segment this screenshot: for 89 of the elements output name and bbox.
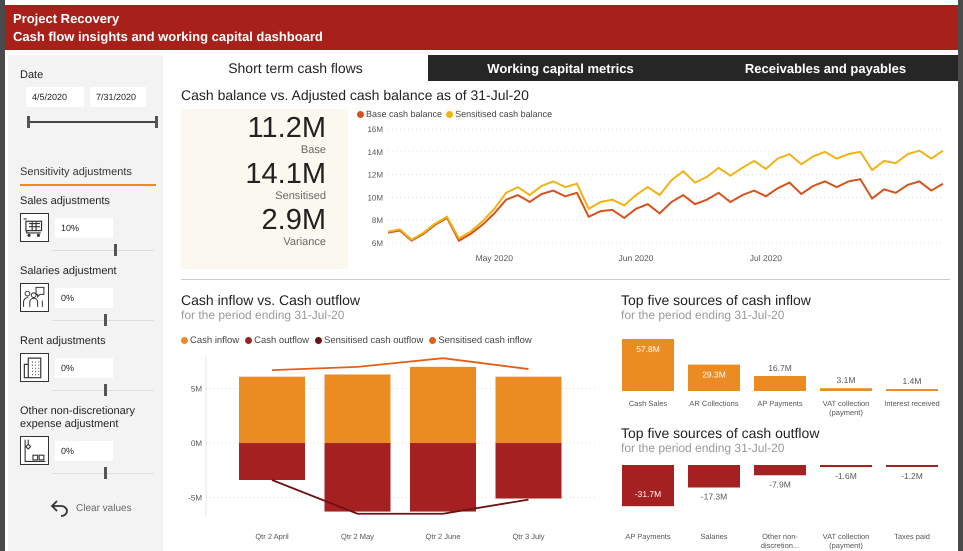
axis-label: 6M xyxy=(372,239,383,248)
legend-label: Sensitised cash balance xyxy=(455,109,552,119)
value-label: 29.3M xyxy=(702,370,726,380)
outflow-bar xyxy=(239,443,305,480)
legend-label: Sensitised cash outflow xyxy=(324,335,424,346)
slider[interactable] xyxy=(52,467,154,479)
kpi-label: Variance xyxy=(283,236,326,248)
legend-label: Cash inflow xyxy=(190,335,240,346)
outflow-bar xyxy=(496,443,562,498)
app-title: Project Recovery xyxy=(13,11,120,26)
axis-label: Jun 2020 xyxy=(618,253,654,263)
axis-label: 5M xyxy=(190,384,202,394)
axis-label: 8M xyxy=(372,216,383,226)
kpi-value: 2.9M xyxy=(262,205,326,236)
date-field[interactable]: 7/31/2020 xyxy=(90,87,146,107)
inflow-bar xyxy=(820,388,872,391)
slider-thumb[interactable] xyxy=(27,116,30,128)
inflow-bar xyxy=(622,338,674,391)
outflow-bar xyxy=(688,465,740,488)
slider[interactable] xyxy=(52,314,154,326)
chart-subtitle: for the period ending 31-Jul-20 xyxy=(621,441,784,455)
slider-thumb[interactable] xyxy=(104,314,108,326)
kpi-label: Base xyxy=(300,144,326,156)
adjustment-label: Rent adjustments xyxy=(20,335,106,348)
cart-icon xyxy=(20,213,49,242)
axis-label: Jul 2020 xyxy=(750,253,782,263)
chart-title: Top five sources of cash outflow xyxy=(621,425,820,441)
outflow-bar xyxy=(324,443,390,512)
chart-title: Top five sources of cash inflow xyxy=(621,292,811,308)
outflow-bar xyxy=(820,465,872,468)
inflow-bar xyxy=(754,376,806,391)
date-label: Date xyxy=(20,69,44,81)
outflow-bar xyxy=(754,465,806,476)
legend-label: Cash outflow xyxy=(254,335,310,346)
chart-title: Cash inflow vs. Cash outflow xyxy=(181,292,360,308)
adjustment-label: Salaries adjustment xyxy=(20,265,117,278)
axis-label: 10M xyxy=(367,193,383,202)
value-label: 3.1M xyxy=(836,375,856,386)
value-label: -7.9M xyxy=(769,479,791,490)
slider[interactable] xyxy=(52,244,154,256)
undo-icon xyxy=(50,499,70,517)
tab[interactable]: Receivables and payables xyxy=(693,55,958,81)
value-label: 57.8M xyxy=(636,344,660,354)
building-icon xyxy=(20,353,49,382)
value-label: -1.2M xyxy=(901,471,923,481)
axis-label: 12M xyxy=(367,170,383,180)
slider-thumb[interactable] xyxy=(104,467,108,479)
legend-label: Sensitised cash inflow xyxy=(438,335,532,346)
percent-field[interactable]: 0% xyxy=(55,288,113,308)
chart-subtitle: for the period ending 31-Jul-20 xyxy=(181,308,344,322)
axis-label: 14M xyxy=(367,148,383,157)
kpi-value: 14.1M xyxy=(245,159,326,190)
date-range-slider[interactable] xyxy=(28,116,156,128)
outflow-bar xyxy=(622,465,674,506)
percent-field[interactable]: 0% xyxy=(55,440,113,460)
adjustment-label: Sales adjustments xyxy=(20,195,110,208)
date-field[interactable]: 4/5/2020 xyxy=(26,87,84,107)
axis-label: -5M xyxy=(188,493,202,502)
value-label: -17.3M xyxy=(700,492,728,502)
inflow-bar xyxy=(688,364,740,391)
percent-field[interactable]: 0% xyxy=(55,358,113,378)
people-icon xyxy=(20,283,49,312)
inflow-bar xyxy=(239,376,305,444)
clear-values-button[interactable]: Clear values xyxy=(50,499,132,517)
machine-icon xyxy=(20,436,49,465)
axis-label: May 2020 xyxy=(476,253,513,263)
outflow-bar xyxy=(410,443,476,512)
chart-subtitle: for the period ending 31-Jul-20 xyxy=(621,308,784,322)
inflow-bar xyxy=(496,376,562,444)
value-label: 1.4M xyxy=(902,376,922,386)
app-subtitle: Cash flow insights and working capital dashboard xyxy=(13,29,323,44)
kpi-label: Sensitised xyxy=(275,190,326,202)
value-label: 16.7M xyxy=(768,362,792,373)
adjustment-label: Other non-discretionary expense adjustment xyxy=(20,405,136,431)
inflow-bar xyxy=(324,374,390,444)
value-label: -31.7M xyxy=(634,489,662,500)
axis-label: 16M xyxy=(367,125,383,134)
tab[interactable]: Working capital metrics xyxy=(428,55,693,81)
kpi-value: 11.2M xyxy=(248,113,326,144)
slider-thumb[interactable] xyxy=(104,384,108,396)
value-label: -1.6M xyxy=(835,471,857,482)
chart-title: Cash balance vs. Adjusted cash balance as of 31-Jul-20 xyxy=(181,87,529,103)
axis-label: 0M xyxy=(190,439,202,448)
slider-thumb[interactable] xyxy=(114,244,118,256)
slider-thumb[interactable] xyxy=(155,116,158,128)
legend-label: Base cash balance xyxy=(366,109,442,119)
section-title: Sensitivity adjustments xyxy=(20,166,156,186)
percent-field[interactable]: 10% xyxy=(55,218,113,238)
slider[interactable] xyxy=(52,384,154,396)
